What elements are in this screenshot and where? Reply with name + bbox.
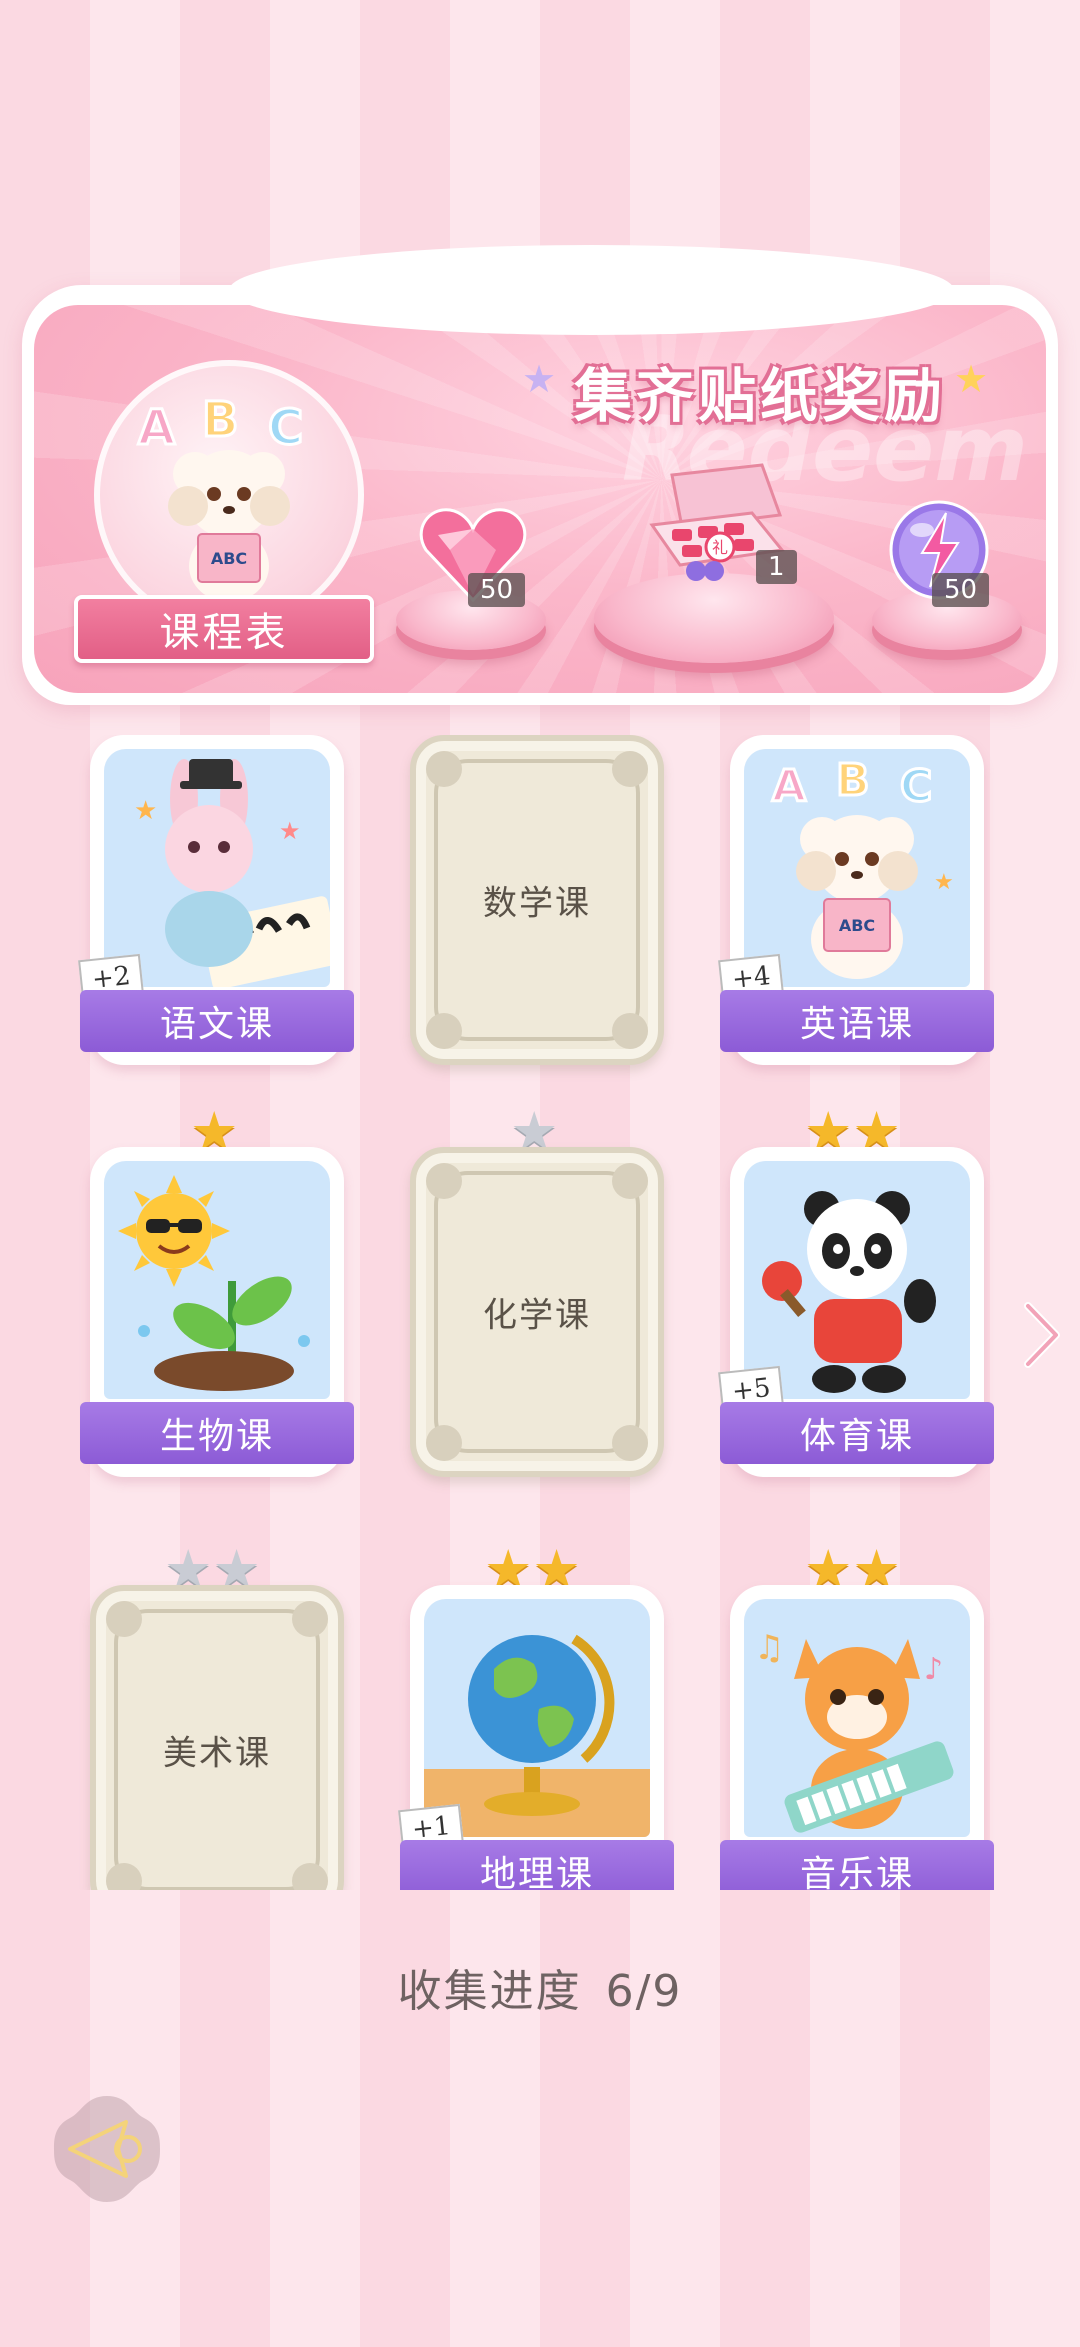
frame-corner [106,1601,142,1637]
gift-box-count: 1 [756,550,797,584]
reward-banner-background: Redeem ★ ★ 集齐贴纸奖励 A B C ABC 课程表 50 礼 1 5… [34,305,1046,693]
banner-arch [229,245,955,335]
course-card-geography[interactable]: +1 地理课 [398,1585,674,1890]
course-card-pe[interactable]: +5 体育课 [718,1147,994,1477]
card-title: 体育课 [720,1402,994,1464]
frame-corner [292,1863,328,1890]
card-art: A B C ABC ★ [744,749,970,987]
frame-corner [426,751,462,787]
schedule-button[interactable]: 课程表 [74,595,374,663]
poodle-abc-icon: A B C ABC [137,391,305,602]
reward-banner: Redeem ★ ★ 集齐贴纸奖励 A B C ABC 课程表 50 礼 1 5… [22,245,1058,705]
purple-star-icon: ★ [522,357,557,401]
chevron-right-icon [1024,1302,1060,1368]
yellow-star-icon: ★ [954,357,989,401]
card-art [424,1599,650,1837]
frame-corner [612,1163,648,1199]
back-button[interactable] [48,2090,166,2208]
svg-text:C: C [268,400,303,456]
pedestal-gift [594,573,834,663]
svg-text:★: ★ [279,817,301,845]
panda-pingpong-icon [762,1191,936,1393]
course-card-music[interactable]: ♫ ♪ 音乐课 [720,1585,994,1890]
card-title: 英语课 [720,990,994,1052]
frame-corner [426,1013,462,1049]
svg-text:ABC: ABC [839,916,875,935]
poodle-abc-icon: A B C ABC ★ [771,754,954,979]
bunny-calligraphy-icon: ★★ [134,759,330,987]
svg-text:B: B [202,392,239,448]
back-arrow-icon [54,2096,160,2202]
course-card-math-locked[interactable]: 数学课 [410,735,664,1065]
svg-text:ABC: ABC [211,549,247,568]
cat-keyboard-icon: ♫♪ [754,1628,954,1833]
course-card-english[interactable]: A B C ABC ★ +4 英语课 [718,735,994,1065]
heart-gem-count: 50 [468,573,526,607]
svg-text:礼: 礼 [712,538,728,557]
svg-text:♫: ♫ [754,1628,784,1668]
frame-corner [612,1425,648,1461]
next-page-button[interactable] [1020,1300,1064,1370]
collection-progress: 收集进度 6/9 [0,1955,1080,2019]
schedule-medallion[interactable]: A B C ABC [94,360,364,630]
sun-sprout-icon [118,1175,310,1391]
card-title: 语文课 [80,990,354,1052]
card-art: ♫ ♪ [744,1599,970,1837]
card-title: 化学课 [483,1295,591,1336]
course-card-biology[interactable]: 生物课 [80,1147,354,1477]
frame-corner [612,1013,648,1049]
schedule-label: 课程表 [159,610,289,656]
frame-corner [292,1601,328,1637]
course-card-chinese[interactable]: ★ ★ +2 语文课 [78,735,354,1065]
card-art [744,1161,970,1399]
svg-text:A: A [138,400,175,456]
svg-text:★: ★ [134,796,157,826]
progress-value: 6/9 [605,1966,683,2017]
card-title: 美术课 [163,1733,271,1774]
frame-corner [612,751,648,787]
reward-title: 集齐贴纸奖励 [574,362,947,430]
svg-text:B: B [836,755,870,806]
course-card-art-locked[interactable]: 美术课 [90,1585,344,1890]
svg-text:★: ★ [934,870,954,895]
svg-text:♪: ♪ [924,1652,943,1687]
frame-corner [426,1163,462,1199]
globe-icon [424,1634,650,1837]
card-title: 数学课 [483,883,591,924]
card-title: 地理课 [400,1840,674,1890]
card-art: ★ ★ [104,749,330,987]
card-title: 生物课 [80,1402,354,1464]
svg-text:C: C [900,761,932,812]
card-art [104,1161,330,1399]
course-card-chemistry-locked[interactable]: 化学课 [410,1147,664,1477]
svg-text:A: A [772,761,806,812]
course-grid[interactable]: ★ ★ +2 语文课 数学课 A B C ABC ★ +4 英语课 ★ 生物课 … [0,735,1080,1890]
card-title: 音乐课 [720,1840,994,1890]
progress-label: 收集进度 [397,1966,582,2017]
energy-orb-count: 50 [932,573,990,607]
frame-corner [426,1425,462,1461]
